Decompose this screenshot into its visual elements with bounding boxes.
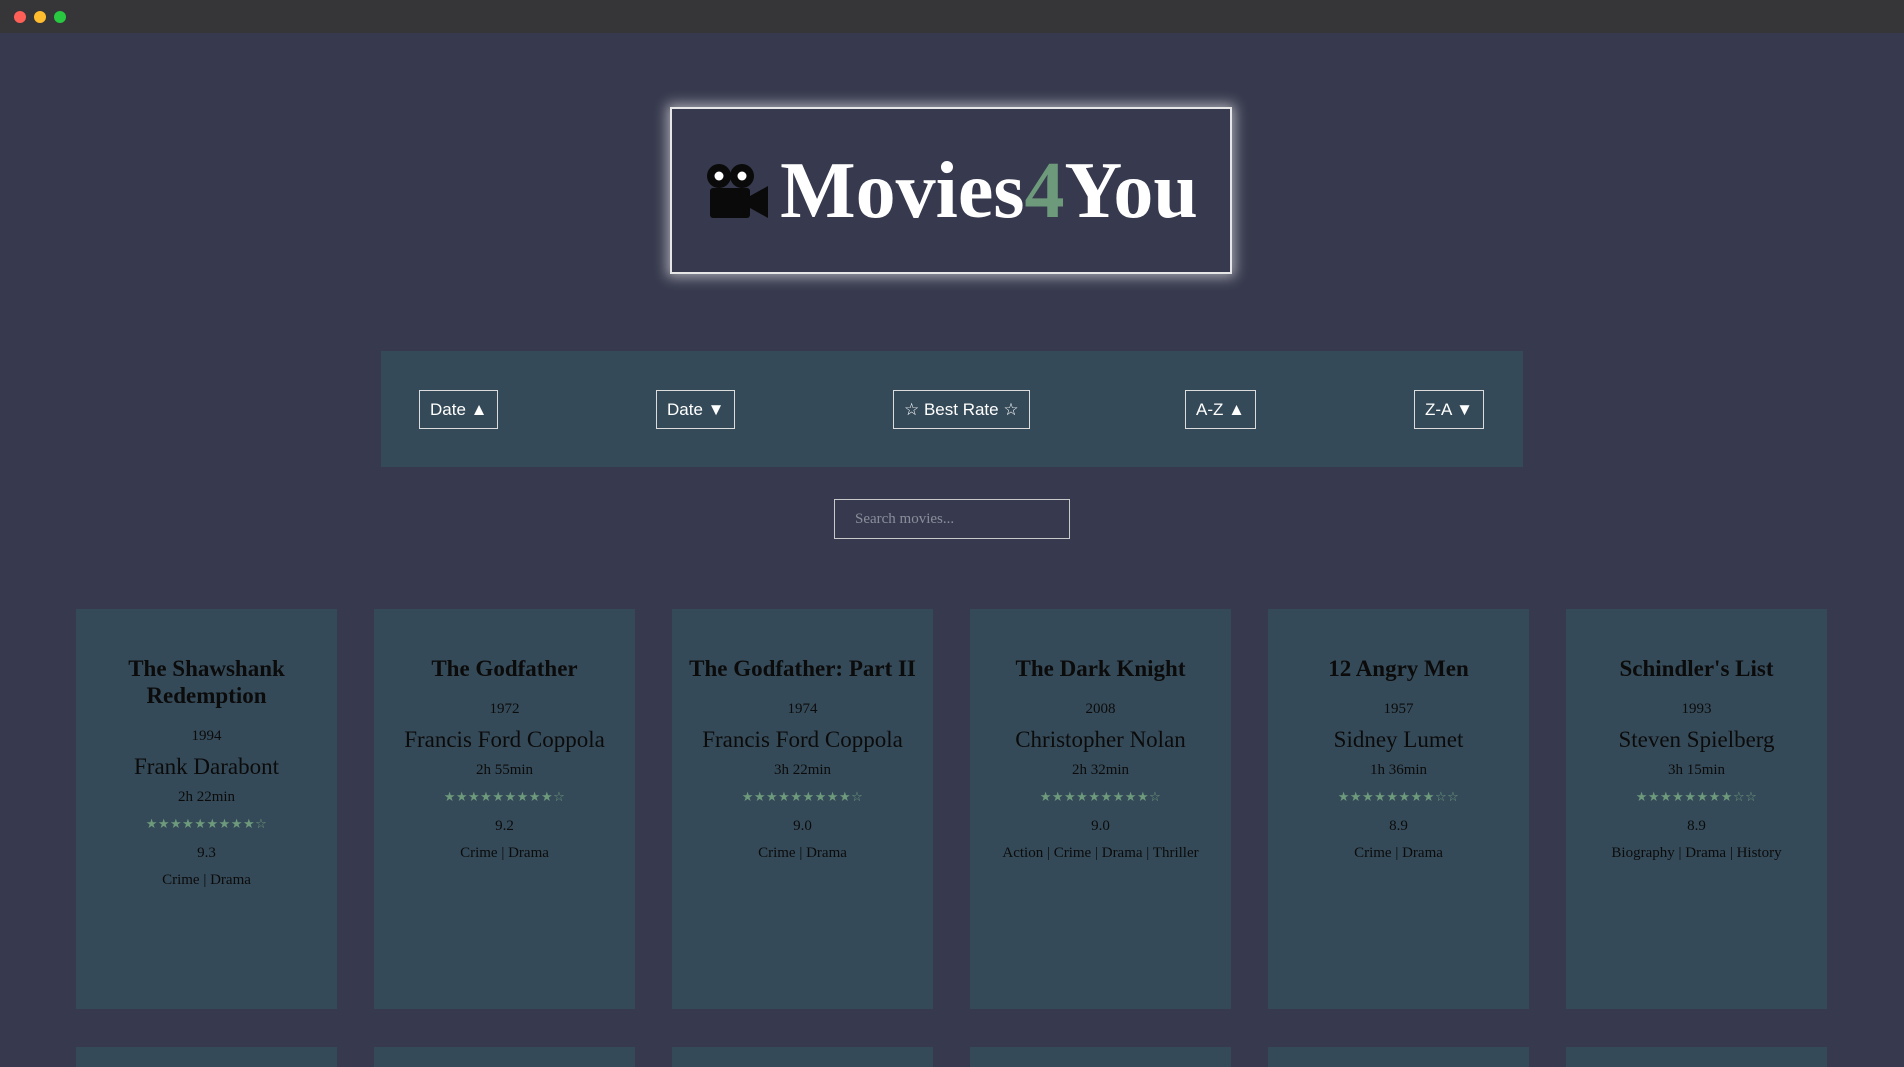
movie-runtime: 2h 55min xyxy=(475,762,534,778)
genre-tag: Biography xyxy=(1611,845,1675,861)
close-window-button[interactable] xyxy=(14,11,26,23)
sort-date-desc-button[interactable]: Date ▼ xyxy=(656,390,736,429)
genre-tag: Crime xyxy=(758,845,796,861)
movie-runtime: 1h 36min xyxy=(1369,762,1428,778)
genre-tag: Drama xyxy=(210,872,251,888)
movie-genres: Action | Crime | Drama | Thriller xyxy=(1002,845,1199,861)
sort-date-asc-button[interactable]: Date ▲ xyxy=(419,390,499,429)
movie-card[interactable] xyxy=(970,1047,1231,1067)
movie-rating: 9.3 xyxy=(197,845,216,861)
movie-director: Sidney Lumet xyxy=(1333,727,1464,752)
genre-tag: Drama xyxy=(508,845,549,861)
movie-year: 2008 xyxy=(1085,701,1116,717)
movie-card[interactable] xyxy=(76,1047,337,1067)
rating-stars: ★★★★★★★★★☆ xyxy=(443,790,566,805)
movie-title: The Godfather xyxy=(431,656,578,681)
genre-tag: Crime xyxy=(1354,845,1392,861)
movie-card[interactable]: Schindler's List 1993 Steven Spielberg 3… xyxy=(1566,609,1827,1009)
search-input[interactable] xyxy=(834,499,1070,539)
movie-director: Christopher Nolan xyxy=(1015,727,1186,752)
window-titlebar xyxy=(0,0,1904,33)
genre-tag: Crime xyxy=(162,872,200,888)
movie-genres: Biography | Drama | History xyxy=(1611,845,1782,861)
movie-card[interactable]: The Shawshank Redemption 1994 Frank Dara… xyxy=(76,609,337,1009)
movie-title: The Shawshank Redemption xyxy=(128,656,285,708)
movie-title: The Godfather: Part II xyxy=(689,656,916,681)
genre-tag: Crime xyxy=(1053,845,1092,861)
movie-rating: 8.9 xyxy=(1389,818,1408,834)
movie-year: 1993 xyxy=(1681,701,1712,717)
rating-stars: ★★★★★★★★★☆ xyxy=(1039,790,1162,805)
movie-genres: Crime | Drama xyxy=(162,872,251,888)
rating-stars: ★★★★★★★★★☆ xyxy=(741,790,864,805)
genre-tag: Crime xyxy=(460,845,498,861)
maximize-window-button[interactable] xyxy=(54,11,66,23)
movie-genres: Crime | Drama xyxy=(758,845,847,861)
movie-year: 1957 xyxy=(1383,701,1414,717)
genre-tag: Drama xyxy=(1402,845,1443,861)
rating-stars: ★★★★★★★★☆☆ xyxy=(1635,790,1758,805)
movie-title: The Dark Knight xyxy=(1015,656,1186,681)
movie-title: 12 Angry Men xyxy=(1328,656,1469,681)
movie-card[interactable]: The Godfather 1972 Francis Ford Coppola … xyxy=(374,609,635,1009)
genre-tag: Thriller xyxy=(1152,845,1199,861)
movie-card[interactable]: The Godfather: Part II 1974 Francis Ford… xyxy=(672,609,933,1009)
movie-card[interactable] xyxy=(1566,1047,1827,1067)
movie-card[interactable] xyxy=(672,1047,933,1067)
movie-card[interactable] xyxy=(1268,1047,1529,1067)
movie-rating: 8.9 xyxy=(1687,818,1706,834)
movie-genres: Crime | Drama xyxy=(1354,845,1443,861)
movie-card[interactable] xyxy=(374,1047,635,1067)
rating-stars: ★★★★★★★★★☆ xyxy=(145,817,268,832)
genre-tag: Action xyxy=(1002,845,1044,861)
movie-year: 1994 xyxy=(191,728,222,744)
sort-z-a-button[interactable]: Z-A ▼ xyxy=(1414,390,1484,429)
movie-card[interactable]: The Dark Knight 2008 Christopher Nolan 2… xyxy=(970,609,1231,1009)
movie-runtime: 2h 32min xyxy=(1071,762,1130,778)
movie-rating: 9.0 xyxy=(793,818,812,834)
movie-camera-icon xyxy=(707,163,769,218)
minimize-window-button[interactable] xyxy=(34,11,46,23)
movie-year: 1972 xyxy=(489,701,520,717)
site-logo: Movies4You xyxy=(670,107,1232,274)
movie-director: Frank Darabont xyxy=(134,754,279,779)
movie-runtime: 2h 22min xyxy=(177,789,236,805)
movie-card[interactable]: 12 Angry Men 1957 Sidney Lumet 1h 36min … xyxy=(1268,609,1529,1009)
site-title-accent: 4 xyxy=(1024,146,1065,235)
movie-runtime: 3h 15min xyxy=(1667,762,1726,778)
rating-stars: ★★★★★★★★☆☆ xyxy=(1337,790,1460,805)
genre-tag: Drama xyxy=(806,845,847,861)
site-title: Movies4You xyxy=(780,146,1198,235)
movie-rating: 9.2 xyxy=(495,818,514,834)
sort-a-z-button[interactable]: A-Z ▲ xyxy=(1185,390,1256,429)
movie-genres: Crime | Drama xyxy=(460,845,549,861)
genre-tag: Drama xyxy=(1101,845,1143,861)
movie-director: Francis Ford Coppola xyxy=(702,727,903,752)
genre-tag: History xyxy=(1736,845,1782,861)
movie-director: Francis Ford Coppola xyxy=(404,727,605,752)
sort-best-rate-button[interactable]: ☆ Best Rate ☆ xyxy=(893,390,1030,429)
movie-runtime: 3h 22min xyxy=(773,762,832,778)
movie-title: Schindler's List xyxy=(1619,656,1774,681)
genre-tag: Drama xyxy=(1685,845,1727,861)
sort-toolbar: Date ▲ Date ▼ ☆ Best Rate ☆ A-Z ▲ Z-A ▼ xyxy=(381,351,1523,467)
movie-director: Steven Spielberg xyxy=(1618,727,1775,752)
movie-year: 1974 xyxy=(787,701,818,717)
movie-rating: 9.0 xyxy=(1091,818,1110,834)
